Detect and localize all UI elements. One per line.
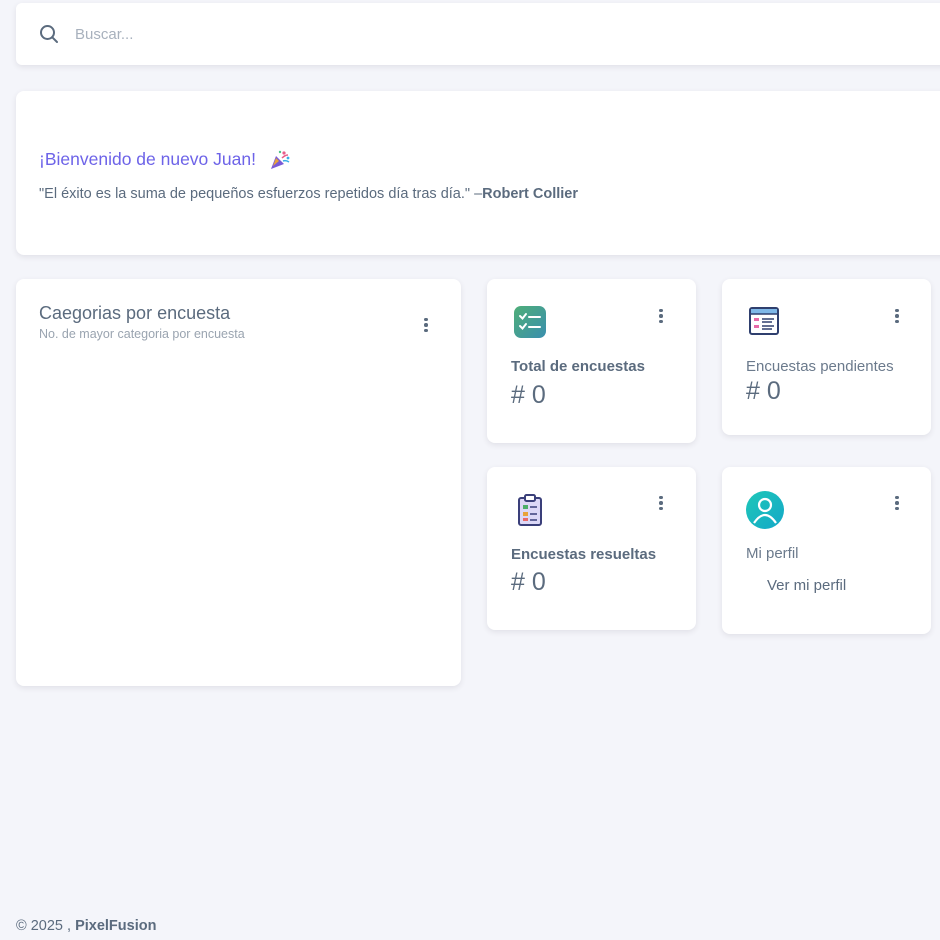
more-options-icon[interactable]	[418, 315, 434, 335]
footer-brand: PixelFusion	[75, 918, 157, 934]
stat-value: # 0	[746, 377, 781, 405]
stat-label: Encuestas resueltas	[511, 546, 657, 563]
search-icon[interactable]	[39, 24, 59, 44]
stat-label: Total de encuestas	[511, 358, 645, 375]
total-surveys-card: Total de encuestas # 0	[487, 279, 696, 443]
stat-value: # 0	[511, 568, 546, 596]
more-options-icon[interactable]	[653, 306, 669, 326]
stat-value: # 0	[511, 381, 546, 409]
welcome-card: ¡Bienvenido de nuevo Juan! "El éxito es …	[16, 91, 940, 255]
checklist-icon	[514, 306, 546, 338]
more-options-icon[interactable]	[889, 306, 905, 326]
view-profile-link[interactable]: Ver mi perfil	[767, 577, 846, 594]
party-popper-icon	[271, 150, 290, 169]
welcome-title: ¡Bienvenido de nuevo Juan!	[39, 149, 256, 169]
browser-list-icon	[749, 307, 779, 335]
quote-author: Robert Collier	[482, 186, 579, 202]
stat-label: Encuestas pendientes	[746, 358, 894, 375]
footer-copyright: © 2025 ,	[16, 918, 76, 934]
more-options-icon[interactable]	[889, 493, 905, 513]
footer: © 2025 , PixelFusion	[16, 918, 156, 934]
user-icon	[746, 491, 784, 529]
search-input[interactable]	[75, 23, 275, 45]
quote-text: "El éxito es la suma de pequeños esfuerz…	[39, 186, 483, 202]
category-chart-card: Caegorias por encuesta No. de mayor cate…	[16, 279, 461, 686]
chart-subtitle: No. de mayor categoria por encuesta	[39, 327, 245, 341]
welcome-quote: "El éxito es la suma de pequeños esfuerz…	[39, 186, 578, 202]
pending-surveys-card: Encuestas pendientes # 0	[722, 279, 931, 435]
profile-label: Mi perfil	[746, 545, 799, 562]
chart-title: Caegorias por encuesta	[39, 303, 231, 323]
resolved-surveys-card: Encuestas resueltas # 0	[487, 467, 696, 630]
profile-card: Mi perfil Ver mi perfil	[722, 467, 931, 634]
clipboard-icon	[518, 494, 542, 526]
more-options-icon[interactable]	[653, 493, 669, 513]
